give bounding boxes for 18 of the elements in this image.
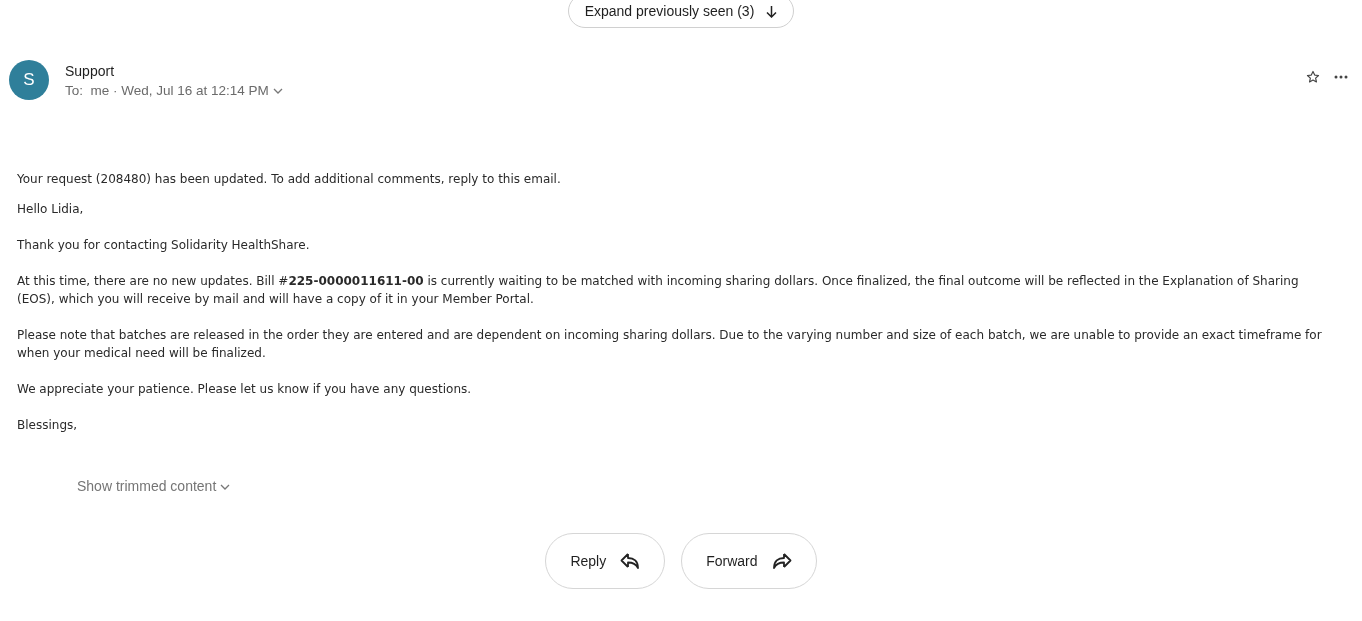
chevron-down-icon [272, 88, 283, 94]
sender-avatar: S [9, 60, 49, 100]
reply-icon [620, 552, 641, 570]
update-notice: Your request (208480) has been updated. To add additional comments, reply to this email. [17, 171, 562, 188]
forward-icon [771, 552, 792, 570]
sender-name: Support [65, 62, 116, 80]
recipients-details[interactable]: To: me · Wed, Jul 16 at 12:14 PM [65, 82, 283, 100]
star-icon[interactable] [1306, 70, 1320, 84]
more-icon[interactable] [1334, 75, 1348, 79]
show-trimmed-link[interactable]: Show trimmed content [77, 476, 231, 497]
body-paragraph: Thank you for contacting Solidarity HealthShare. [17, 237, 311, 254]
body-paragraph: At this time, there are no new updates. Bill #225-0000011611-00 is currently waiting to be matched with incoming sharing dollars. Once finalized, the final outcome will be reflected in the Explanation of Sharing (EOS), which you will receive by mail and will have a copy of it in your Member Portal. [17, 273, 1300, 308]
chevron-down-icon [220, 483, 231, 490]
arrow-down-icon [766, 4, 778, 18]
body-paragraph: Please note that batches are released in the order they are entered and are dependent on incoming sharing dollars. Due to the varying number and size of each batch, we are unable to provide an exact timeframe for when your medical need will be finalized. [17, 327, 1323, 362]
body-paragraph: Blessings, [17, 417, 79, 434]
body-paragraph: Hello Lidia, [17, 201, 85, 218]
body-paragraph: We appreciate your patience. Please let us know if you have any questions. [17, 381, 473, 398]
